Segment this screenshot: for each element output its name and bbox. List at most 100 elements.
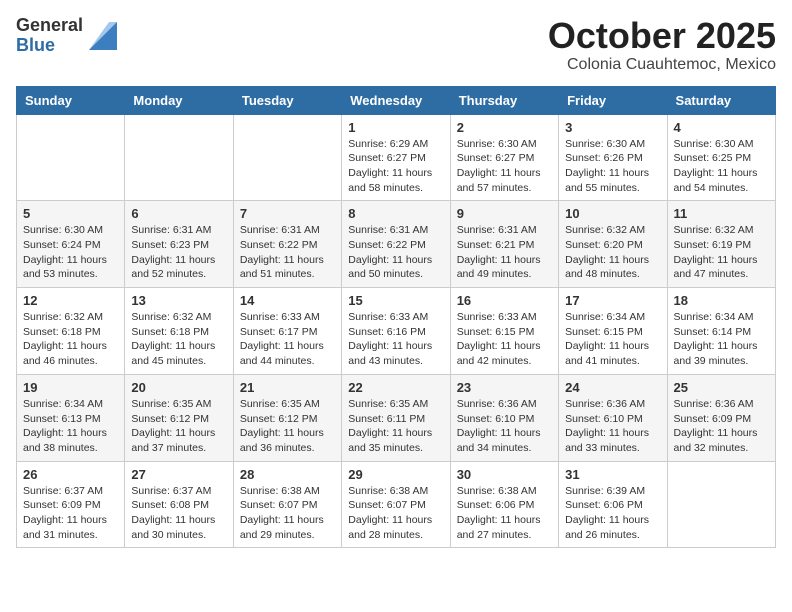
day-info: Sunrise: 6:32 AM Sunset: 6:18 PM Dayligh… <box>131 310 226 369</box>
calendar-cell <box>17 114 125 201</box>
day-info: Sunrise: 6:34 AM Sunset: 6:15 PM Dayligh… <box>565 310 660 369</box>
day-number: 6 <box>131 206 226 221</box>
calendar-cell: 26 Sunrise: 6:37 AM Sunset: 6:09 PM Dayli… <box>17 461 125 548</box>
day-info: Sunrise: 6:31 AM Sunset: 6:22 PM Dayligh… <box>348 223 443 282</box>
calendar-table: Sunday Monday Tuesday Wednesday Thursday… <box>16 86 776 549</box>
day-number: 19 <box>23 380 118 395</box>
day-number: 23 <box>457 380 552 395</box>
day-number: 3 <box>565 120 660 135</box>
day-info: Sunrise: 6:33 AM Sunset: 6:16 PM Dayligh… <box>348 310 443 369</box>
day-number: 28 <box>240 467 335 482</box>
calendar-week-4: 19 Sunrise: 6:34 AM Sunset: 6:13 PM Dayli… <box>17 374 776 461</box>
calendar-cell <box>233 114 341 201</box>
day-number: 1 <box>348 120 443 135</box>
day-number: 18 <box>674 293 769 308</box>
calendar-week-5: 26 Sunrise: 6:37 AM Sunset: 6:09 PM Dayli… <box>17 461 776 548</box>
col-saturday: Saturday <box>667 86 775 114</box>
logo-icon <box>89 22 117 50</box>
logo: General Blue <box>16 16 117 56</box>
day-info: Sunrise: 6:30 AM Sunset: 6:25 PM Dayligh… <box>674 137 769 196</box>
day-info: Sunrise: 6:35 AM Sunset: 6:12 PM Dayligh… <box>240 397 335 456</box>
calendar-cell: 29 Sunrise: 6:38 AM Sunset: 6:07 PM Dayli… <box>342 461 450 548</box>
day-number: 22 <box>348 380 443 395</box>
day-info: Sunrise: 6:35 AM Sunset: 6:12 PM Dayligh… <box>131 397 226 456</box>
day-number: 7 <box>240 206 335 221</box>
day-info: Sunrise: 6:36 AM Sunset: 6:10 PM Dayligh… <box>565 397 660 456</box>
location: Colonia Cuauhtemoc, Mexico <box>548 56 776 74</box>
calendar-cell: 21Sunrise: 6:35 AM Sunset: 6:12 PM Dayli… <box>233 374 341 461</box>
calendar-cell: 25Sunrise: 6:36 AM Sunset: 6:09 PM Dayli… <box>667 374 775 461</box>
col-monday: Monday <box>125 86 233 114</box>
calendar-cell: 12Sunrise: 6:32 AM Sunset: 6:18 PM Dayli… <box>17 288 125 375</box>
day-info: Sunrise: 6:33 AM Sunset: 6:15 PM Dayligh… <box>457 310 552 369</box>
day-number: 13 <box>131 293 226 308</box>
calendar-cell: 13 Sunrise: 6:32 AM Sunset: 6:18 PM Dayli… <box>125 288 233 375</box>
title-block: October 2025 Colonia Cuauhtemoc, Mexico <box>548 16 776 74</box>
day-number: 9 <box>457 206 552 221</box>
calendar-cell: 4Sunrise: 6:30 AM Sunset: 6:25 PM Daylig… <box>667 114 775 201</box>
calendar-cell <box>667 461 775 548</box>
calendar-cell: 1Sunrise: 6:29 AM Sunset: 6:27 PM Daylig… <box>342 114 450 201</box>
day-number: 5 <box>23 206 118 221</box>
day-info: Sunrise: 6:36 AM Sunset: 6:10 PM Dayligh… <box>457 397 552 456</box>
calendar-cell: 9Sunrise: 6:31 AM Sunset: 6:21 PM Daylig… <box>450 201 558 288</box>
col-friday: Friday <box>559 86 667 114</box>
day-info: Sunrise: 6:39 AM Sunset: 6:06 PM Dayligh… <box>565 484 660 543</box>
calendar-cell: 24 Sunrise: 6:36 AM Sunset: 6:10 PM Dayli… <box>559 374 667 461</box>
col-tuesday: Tuesday <box>233 86 341 114</box>
day-info: Sunrise: 6:34 AM Sunset: 6:14 PM Dayligh… <box>674 310 769 369</box>
day-number: 10 <box>565 206 660 221</box>
calendar-cell: 5 Sunrise: 6:30 AM Sunset: 6:24 PM Daylig… <box>17 201 125 288</box>
calendar-cell: 16 Sunrise: 6:33 AM Sunset: 6:15 PM Dayli… <box>450 288 558 375</box>
calendar-cell: 15 Sunrise: 6:33 AM Sunset: 6:16 PM Dayli… <box>342 288 450 375</box>
calendar-week-1: 1Sunrise: 6:29 AM Sunset: 6:27 PM Daylig… <box>17 114 776 201</box>
logo-blue-text: Blue <box>16 36 83 56</box>
day-info: Sunrise: 6:33 AM Sunset: 6:17 PM Dayligh… <box>240 310 335 369</box>
day-info: Sunrise: 6:38 AM Sunset: 6:07 PM Dayligh… <box>348 484 443 543</box>
calendar-week-2: 5 Sunrise: 6:30 AM Sunset: 6:24 PM Daylig… <box>17 201 776 288</box>
calendar-cell: 18 Sunrise: 6:34 AM Sunset: 6:14 PM Dayli… <box>667 288 775 375</box>
calendar-cell: 27 Sunrise: 6:37 AM Sunset: 6:08 PM Dayli… <box>125 461 233 548</box>
day-number: 12 <box>23 293 118 308</box>
day-info: Sunrise: 6:34 AM Sunset: 6:13 PM Dayligh… <box>23 397 118 456</box>
calendar-cell: 17 Sunrise: 6:34 AM Sunset: 6:15 PM Dayli… <box>559 288 667 375</box>
day-number: 8 <box>348 206 443 221</box>
calendar-cell: 22 Sunrise: 6:35 AM Sunset: 6:11 PM Dayli… <box>342 374 450 461</box>
day-number: 17 <box>565 293 660 308</box>
day-number: 15 <box>348 293 443 308</box>
day-number: 24 <box>565 380 660 395</box>
day-info: Sunrise: 6:31 AM Sunset: 6:22 PM Dayligh… <box>240 223 335 282</box>
day-number: 29 <box>348 467 443 482</box>
col-thursday: Thursday <box>450 86 558 114</box>
calendar-cell: 11 Sunrise: 6:32 AM Sunset: 6:19 PM Dayli… <box>667 201 775 288</box>
day-number: 26 <box>23 467 118 482</box>
calendar-cell: 14 Sunrise: 6:33 AM Sunset: 6:17 PM Dayli… <box>233 288 341 375</box>
month-title: October 2025 <box>548 16 776 56</box>
calendar-cell: 31Sunrise: 6:39 AM Sunset: 6:06 PM Dayli… <box>559 461 667 548</box>
col-sunday: Sunday <box>17 86 125 114</box>
logo-general-text: General <box>16 16 83 36</box>
day-info: Sunrise: 6:35 AM Sunset: 6:11 PM Dayligh… <box>348 397 443 456</box>
day-info: Sunrise: 6:30 AM Sunset: 6:24 PM Dayligh… <box>23 223 118 282</box>
day-info: Sunrise: 6:30 AM Sunset: 6:27 PM Dayligh… <box>457 137 552 196</box>
day-number: 30 <box>457 467 552 482</box>
calendar-cell: 2 Sunrise: 6:30 AM Sunset: 6:27 PM Daylig… <box>450 114 558 201</box>
day-info: Sunrise: 6:31 AM Sunset: 6:23 PM Dayligh… <box>131 223 226 282</box>
day-info: Sunrise: 6:37 AM Sunset: 6:08 PM Dayligh… <box>131 484 226 543</box>
day-number: 11 <box>674 206 769 221</box>
day-info: Sunrise: 6:38 AM Sunset: 6:07 PM Dayligh… <box>240 484 335 543</box>
calendar-cell: 23 Sunrise: 6:36 AM Sunset: 6:10 PM Dayli… <box>450 374 558 461</box>
calendar-cell: 20Sunrise: 6:35 AM Sunset: 6:12 PM Dayli… <box>125 374 233 461</box>
day-number: 27 <box>131 467 226 482</box>
calendar-cell: 10 Sunrise: 6:32 AM Sunset: 6:20 PM Dayli… <box>559 201 667 288</box>
day-info: Sunrise: 6:32 AM Sunset: 6:20 PM Dayligh… <box>565 223 660 282</box>
day-number: 14 <box>240 293 335 308</box>
day-number: 16 <box>457 293 552 308</box>
col-wednesday: Wednesday <box>342 86 450 114</box>
calendar-cell: 28 Sunrise: 6:38 AM Sunset: 6:07 PM Dayli… <box>233 461 341 548</box>
calendar-cell: 7 Sunrise: 6:31 AM Sunset: 6:22 PM Daylig… <box>233 201 341 288</box>
day-number: 2 <box>457 120 552 135</box>
day-info: Sunrise: 6:32 AM Sunset: 6:19 PM Dayligh… <box>674 223 769 282</box>
day-info: Sunrise: 6:37 AM Sunset: 6:09 PM Dayligh… <box>23 484 118 543</box>
weekday-row: Sunday Monday Tuesday Wednesday Thursday… <box>17 86 776 114</box>
